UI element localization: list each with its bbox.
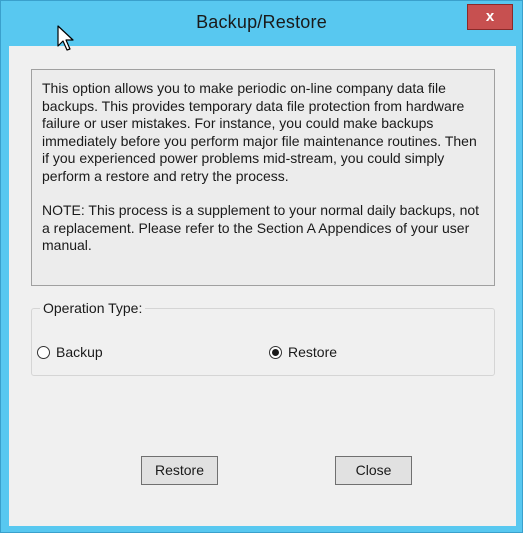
backup-radio[interactable]: Backup [37,343,103,361]
mouse-pointer-icon [57,25,74,51]
window-title: Backup/Restore [196,12,327,32]
restore-radio[interactable]: Restore [269,343,337,361]
backup-restore-window: Backup/Restore x This option allows you … [0,0,523,533]
info-paragraph-2: NOTE: This process is a supplement to yo… [42,202,480,253]
close-button[interactable]: Close [335,456,412,485]
backup-radio-label[interactable]: Backup [56,344,103,360]
dialog-client-area: This option allows you to make periodic … [9,46,516,526]
close-icon: x [485,8,495,25]
restore-button[interactable]: Restore [141,456,218,485]
close-window-button[interactable]: x [467,4,513,30]
backup-radio-circle[interactable] [37,345,50,359]
operation-type-group: Operation Type: Backup Restore [31,300,495,376]
operation-type-legend: Operation Type: [40,300,146,316]
restore-radio-circle[interactable] [269,345,282,359]
restore-radio-label[interactable]: Restore [288,344,337,360]
info-paragraph-1: This option allows you to make periodic … [42,80,477,184]
info-description-box: This option allows you to make periodic … [31,69,495,286]
title-bar[interactable]: Backup/Restore x [1,1,522,45]
